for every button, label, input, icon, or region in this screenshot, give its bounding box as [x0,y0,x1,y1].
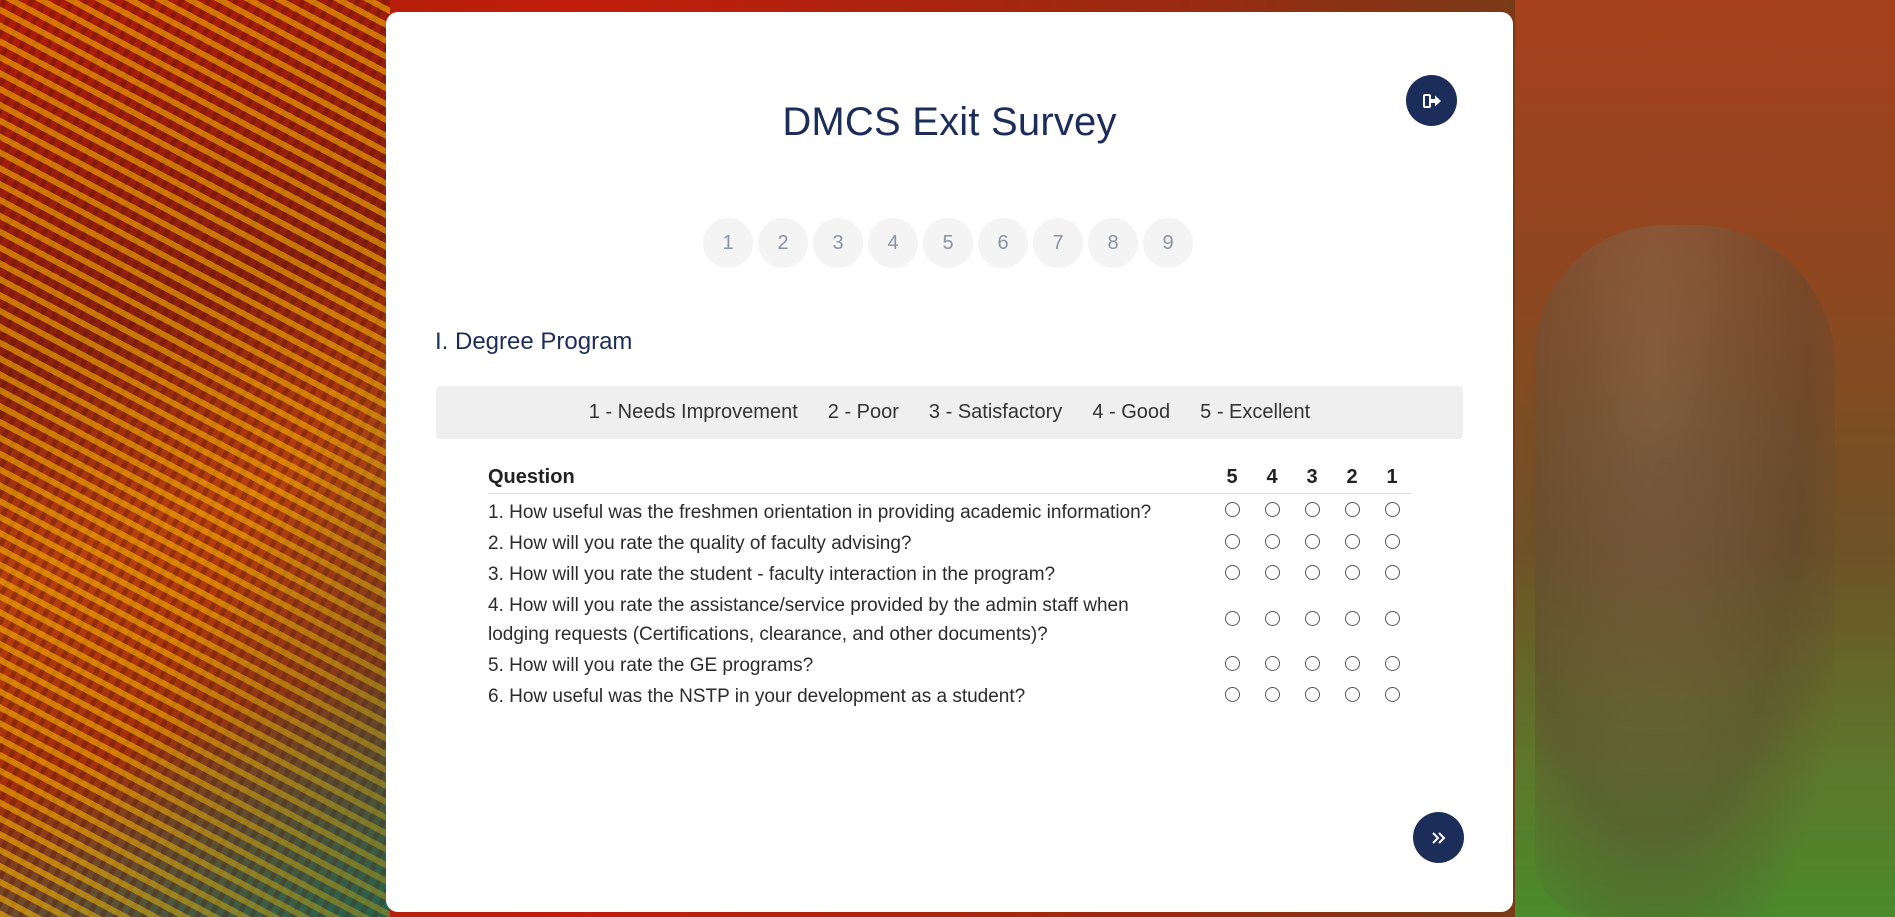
q5-rating-1-radio[interactable] [1384,656,1400,671]
q3-rating-1-radio[interactable] [1384,565,1400,580]
q2-rating-3-radio[interactable] [1304,534,1320,549]
page-title: DMCS Exit Survey [782,100,1117,144]
q6-rating-3-radio[interactable] [1304,687,1320,702]
question-text: 6. How useful was the NSTP in your devel… [488,686,1026,707]
step-9[interactable]: 9 [1143,218,1193,268]
q5-rating-2-radio[interactable] [1344,656,1360,671]
q4-rating-1-radio[interactable] [1384,610,1400,626]
scale-item-2: 2 - Poor [827,401,899,423]
rating-header-5: 5 [1212,462,1252,494]
step-8[interactable]: 8 [1088,218,1138,268]
q6-rating-1-radio[interactable] [1384,687,1400,702]
table-header-row: Question 5 4 3 2 1 [488,462,1412,494]
q1-rating-3-radio[interactable] [1304,501,1320,517]
background-woven-fabric [0,0,390,917]
q4-rating-2-radio[interactable] [1344,610,1360,626]
step-2[interactable]: 2 [758,218,808,268]
question-text: 5. How will you rate the GE programs? [488,655,814,676]
q6-rating-4-radio[interactable] [1264,687,1280,702]
next-page-button[interactable] [1413,812,1464,863]
step-7[interactable]: 7 [1033,218,1083,268]
q1-rating-2-radio[interactable] [1344,501,1360,517]
rating-scale-legend: 1 - Needs Improvement 2 - Poor 3 - Satis… [436,386,1463,439]
q4-rating-4-radio[interactable] [1264,610,1280,626]
rating-header-3: 3 [1292,462,1332,494]
rating-header-2: 2 [1332,462,1372,494]
step-1[interactable]: 1 [703,218,753,268]
question-text: 3. How will you rate the student - facul… [488,564,1056,585]
table-row: 2. How will you rate the quality of facu… [488,528,1412,559]
rating-header-4: 4 [1252,462,1292,494]
double-chevron-right-icon [1431,831,1445,844]
table-row: 6. How useful was the NSTP in your devel… [488,681,1412,712]
table-row: 1. How useful was the freshmen orientati… [488,494,1412,529]
q3-rating-2-radio[interactable] [1344,565,1360,580]
scale-item-3: 3 - Satisfactory [928,401,1063,423]
q6-rating-5-radio[interactable] [1224,687,1240,702]
background-foliage [1515,0,1895,917]
q5-rating-3-radio[interactable] [1304,656,1320,671]
section-title: I. Degree Program [435,328,633,355]
q1-rating-4-radio[interactable] [1264,501,1280,517]
question-header: Question [488,462,1212,494]
table-row: 4. How will you rate the assistance/serv… [488,590,1412,650]
q2-rating-5-radio[interactable] [1224,534,1240,549]
q3-rating-5-radio[interactable] [1224,565,1240,580]
question-text: 2. How will you rate the quality of facu… [488,533,912,554]
step-4[interactable]: 4 [868,218,918,268]
q1-rating-5-radio[interactable] [1224,501,1240,517]
question-text: 4. How will you rate the assistance/serv… [488,595,1129,645]
scale-item-1: 1 - Needs Improvement [588,401,798,423]
table-row: 3. How will you rate the student - facul… [488,559,1412,590]
table-row: 5. How will you rate the GE programs? [488,650,1412,681]
rating-header-1: 1 [1372,462,1412,494]
scale-item-5: 5 - Excellent [1200,401,1311,423]
q2-rating-1-radio[interactable] [1384,534,1400,549]
background-statue [1535,225,1835,917]
step-navigation: 1 2 3 4 5 6 7 8 9 [703,218,1193,268]
q2-rating-2-radio[interactable] [1344,534,1360,549]
q6-rating-2-radio[interactable] [1344,687,1360,702]
step-6[interactable]: 6 [978,218,1028,268]
q4-rating-3-radio[interactable] [1304,610,1320,626]
q1-rating-1-radio[interactable] [1384,501,1400,517]
step-5[interactable]: 5 [923,218,973,268]
q5-rating-4-radio[interactable] [1264,656,1280,671]
q3-rating-3-radio[interactable] [1304,565,1320,580]
q2-rating-4-radio[interactable] [1264,534,1280,549]
question-table: Question 5 4 3 2 1 1. How useful was the… [488,462,1412,712]
q3-rating-4-radio[interactable] [1264,565,1280,580]
q5-rating-5-radio[interactable] [1224,656,1240,671]
question-text: 1. How useful was the freshmen orientati… [488,502,1152,523]
q4-rating-5-radio[interactable] [1224,610,1240,626]
scale-item-4: 4 - Good [1092,401,1171,423]
step-3[interactable]: 3 [813,218,863,268]
